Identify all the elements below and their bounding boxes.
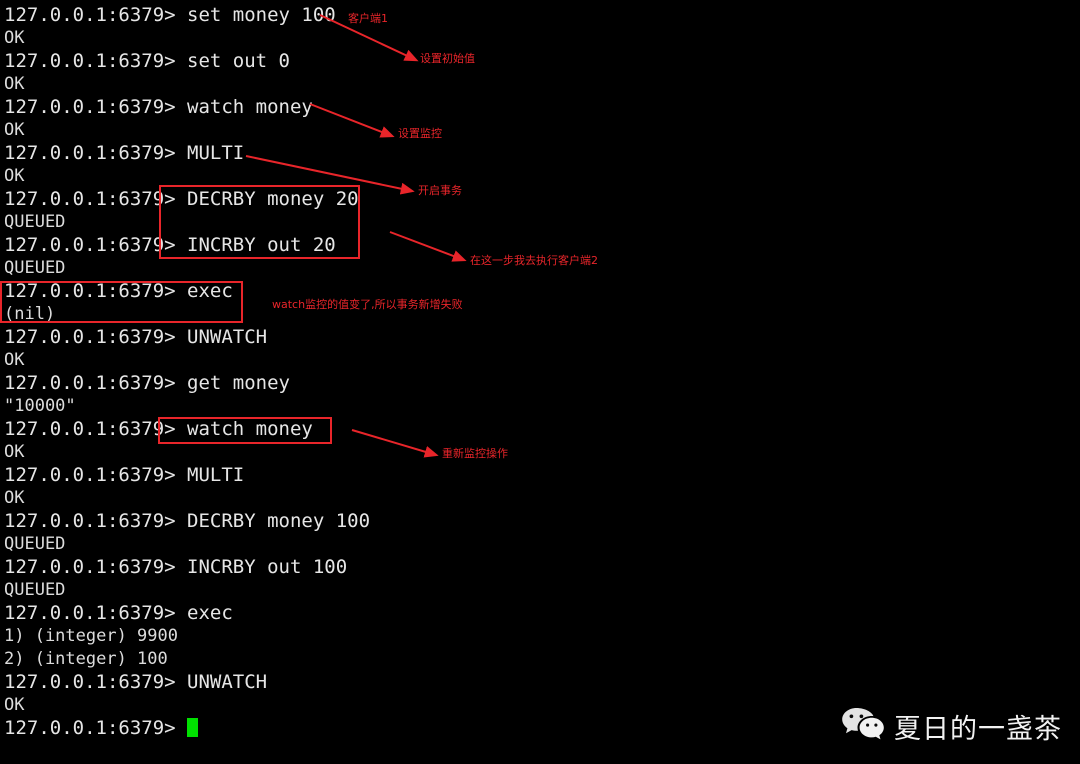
terminal-command-line: 127.0.0.1:6379> exec: [4, 280, 1080, 303]
terminal-prompt: 127.0.0.1:6379>: [4, 372, 176, 394]
terminal-command-text: exec: [175, 280, 233, 302]
terminal-prompt: 127.0.0.1:6379>: [4, 418, 176, 440]
terminal-prompt: 127.0.0.1:6379>: [4, 510, 176, 532]
terminal-output-text: 1) (integer) 9900: [4, 626, 178, 646]
terminal-window[interactable]: 127.0.0.1:6379> set money 100 OK 127.0.0.1…: [0, 0, 1080, 764]
terminal-output-line: OK: [4, 27, 1080, 50]
terminal-output-text: OK: [4, 350, 25, 370]
terminal-command-line: 127.0.0.1:6379> INCRBY out 100: [4, 556, 1080, 579]
terminal-output-line: OK: [4, 165, 1080, 188]
terminal-output-text: OK: [4, 695, 25, 715]
terminal-command-text: set out 0: [175, 50, 290, 72]
terminal-command-line: 127.0.0.1:6379> UNWATCH: [4, 326, 1080, 349]
watermark-label: 夏日的一盏茶: [894, 713, 1062, 745]
terminal-output-text: QUEUED: [4, 258, 66, 278]
terminal-command-line: 127.0.0.1:6379> set out 0: [4, 50, 1080, 73]
terminal-prompt: 127.0.0.1:6379>: [4, 326, 176, 348]
terminal-command-text: UNWATCH: [175, 671, 268, 693]
terminal-output-line: QUEUED: [4, 211, 1080, 234]
terminal-output-text: OK: [4, 166, 25, 186]
terminal-output-text: "10000": [4, 396, 76, 416]
terminal-command-line: 127.0.0.1:6379> watch money: [4, 418, 1080, 441]
terminal-output-text: OK: [4, 28, 25, 48]
terminal-output-line: OK: [4, 349, 1080, 372]
terminal-output-line: 1) (integer) 9900: [4, 625, 1080, 648]
terminal-command-line: 127.0.0.1:6379> set money 100: [4, 4, 1080, 27]
terminal-command-text: MULTI: [175, 464, 245, 486]
terminal-command-line: 127.0.0.1:6379> MULTI: [4, 142, 1080, 165]
terminal-output-line: 2) (integer) 100: [4, 648, 1080, 671]
terminal-output-line: OK: [4, 119, 1080, 142]
terminal-command-text: DECRBY money 100: [175, 510, 371, 532]
terminal-output-text: (nil): [4, 304, 56, 324]
terminal-command-line: 127.0.0.1:6379> INCRBY out 20: [4, 234, 1080, 257]
terminal-command-line: 127.0.0.1:6379> get money: [4, 372, 1080, 395]
terminal-prompt: 127.0.0.1:6379>: [4, 602, 176, 624]
terminal-command-text: watch money: [175, 96, 313, 118]
terminal-output-line: QUEUED: [4, 257, 1080, 280]
watermark: 夏日的一盏茶: [841, 706, 1062, 746]
terminal-command-line: 127.0.0.1:6379> watch money: [4, 96, 1080, 119]
terminal-prompt: 127.0.0.1:6379>: [4, 96, 176, 118]
terminal-command-line: 127.0.0.1:6379> exec: [4, 602, 1080, 625]
terminal-command-line: 127.0.0.1:6379> UNWATCH: [4, 671, 1080, 694]
terminal-command-text: [176, 717, 187, 739]
terminal-output-line: QUEUED: [4, 579, 1080, 602]
terminal-output-text: OK: [4, 120, 25, 140]
terminal-output-text: 2) (integer) 100: [4, 649, 168, 669]
terminal-prompt: 127.0.0.1:6379>: [4, 556, 176, 578]
terminal-prompt: 127.0.0.1:6379>: [4, 464, 176, 486]
terminal-command-text: UNWATCH: [175, 326, 268, 348]
terminal-prompt: 127.0.0.1:6379>: [4, 671, 176, 693]
terminal-output-line: "10000": [4, 395, 1080, 418]
terminal-prompt: 127.0.0.1:6379>: [4, 188, 176, 210]
terminal-command-text: INCRBY out 20: [175, 234, 336, 256]
terminal-command-line: 127.0.0.1:6379> MULTI: [4, 464, 1080, 487]
terminal-command-text: set money 100: [175, 4, 336, 26]
terminal-output-line: OK: [4, 73, 1080, 96]
terminal-command-text: DECRBY money 20: [175, 188, 359, 210]
terminal-output-text: QUEUED: [4, 580, 66, 600]
terminal-prompt: 127.0.0.1:6379>: [4, 234, 176, 256]
terminal-prompt: 127.0.0.1:6379>: [4, 4, 176, 26]
terminal-output-text: QUEUED: [4, 212, 66, 232]
terminal-command-text: watch money: [175, 418, 313, 440]
terminal-output-line: OK: [4, 487, 1080, 510]
terminal-output-text: OK: [4, 442, 25, 462]
terminal-prompt: 127.0.0.1:6379>: [4, 717, 176, 739]
terminal-output-line: QUEUED: [4, 533, 1080, 556]
terminal-command-line: 127.0.0.1:6379> DECRBY money 20: [4, 188, 1080, 211]
terminal-command-text: exec: [175, 602, 233, 624]
terminal-command-text: MULTI: [175, 142, 245, 164]
terminal-output-text: QUEUED: [4, 534, 66, 554]
terminal-output-text: OK: [4, 488, 25, 508]
terminal-prompt: 127.0.0.1:6379>: [4, 50, 176, 72]
terminal-output-text: OK: [4, 74, 25, 94]
terminal-prompt: 127.0.0.1:6379>: [4, 280, 176, 302]
terminal-command-text: INCRBY out 100: [175, 556, 348, 578]
wechat-icon: [841, 706, 885, 746]
terminal-output-line: OK: [4, 441, 1080, 464]
terminal-prompt: 127.0.0.1:6379>: [4, 142, 176, 164]
terminal-command-line: 127.0.0.1:6379> DECRBY money 100: [4, 510, 1080, 533]
terminal-command-text: get money: [175, 372, 290, 394]
terminal-output-line: (nil): [4, 303, 1080, 326]
terminal-cursor: [187, 718, 199, 737]
